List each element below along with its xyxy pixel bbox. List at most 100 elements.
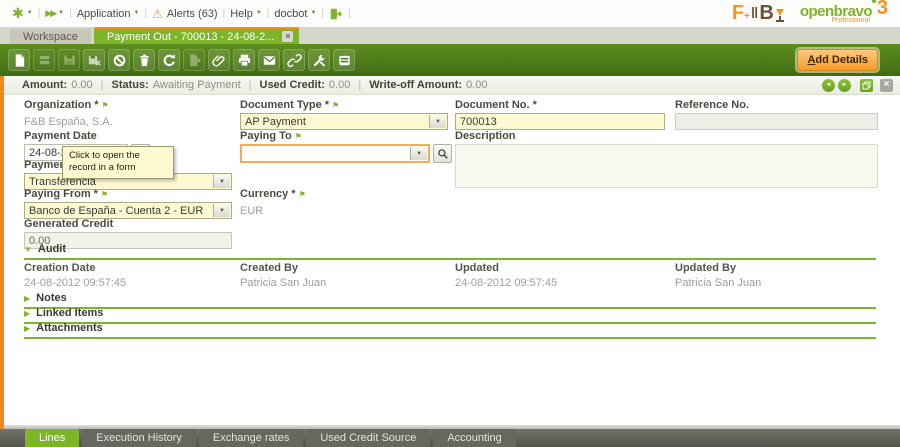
updated-value: 24-08-2012 09:57:45 bbox=[455, 277, 665, 289]
menu-user[interactable]: docbot bbox=[274, 8, 307, 20]
refresh-button[interactable] bbox=[158, 49, 180, 71]
chevron-collapsed-icon[interactable]: ▶ bbox=[24, 309, 30, 318]
item-link-icon[interactable]: ⚑ bbox=[295, 132, 302, 141]
status-status-value: Awaiting Payment bbox=[153, 79, 241, 91]
favorites-caret-icon[interactable]: ▼ bbox=[27, 10, 33, 16]
item-link-icon[interactable]: ⚑ bbox=[332, 101, 339, 110]
payment-date-label: Payment Date bbox=[24, 130, 97, 142]
next-record-button[interactable]: ► bbox=[838, 79, 851, 92]
paying-from-select[interactable]: Banco de España - Cuenta 2 - EUR ▼ bbox=[24, 202, 232, 219]
new-row-button bbox=[33, 49, 55, 71]
description-textarea[interactable] bbox=[455, 144, 878, 188]
user-caret-icon[interactable]: ▼ bbox=[310, 10, 316, 16]
delete-button[interactable] bbox=[133, 49, 155, 71]
separator: | bbox=[223, 8, 226, 19]
search-icon[interactable] bbox=[433, 144, 452, 163]
tab-lines[interactable]: Lines bbox=[25, 429, 79, 447]
item-link-icon[interactable]: ⚑ bbox=[101, 190, 108, 199]
maximize-button[interactable] bbox=[860, 79, 873, 92]
previous-record-button[interactable]: ◄ bbox=[822, 79, 835, 92]
record-status-bar: Amount: 0.00 | Status: Awaiting Payment … bbox=[0, 76, 900, 95]
tab-payment-out-label: Payment Out - 700013 - 24-08-2... bbox=[107, 31, 275, 43]
attachment-button[interactable] bbox=[208, 49, 230, 71]
status-writeoff-value: 0.00 bbox=[466, 79, 487, 91]
reference-no-label: Reference No. bbox=[675, 99, 749, 111]
updated-by-label: Updated By bbox=[675, 262, 736, 274]
tab-execution-history[interactable]: Execution History bbox=[82, 429, 196, 447]
tab-payment-out[interactable]: Payment Out - 700013 - 24-08-2... × bbox=[94, 27, 300, 44]
menu-help[interactable]: Help bbox=[230, 8, 253, 20]
field-document-type: Document Type*⚑ AP Payment ▼ bbox=[240, 99, 448, 130]
tab-workspace[interactable]: Workspace bbox=[10, 29, 91, 44]
new-document-button[interactable] bbox=[8, 49, 30, 71]
separator: | bbox=[267, 8, 270, 19]
menu-application[interactable]: Application bbox=[77, 8, 131, 20]
audit-updated-by: Updated By Patricia San Juan bbox=[675, 262, 878, 289]
required-mark: * bbox=[94, 99, 98, 111]
fb-logo-plus: + bbox=[744, 11, 750, 22]
form-grid-toggle-button[interactable] bbox=[333, 49, 355, 71]
updated-by-value: Patricia San Juan bbox=[675, 277, 878, 289]
item-link-icon[interactable]: ⚑ bbox=[102, 101, 109, 110]
tools-button[interactable] bbox=[308, 49, 330, 71]
paying-to-select[interactable]: ▼ bbox=[240, 144, 430, 163]
section-audit[interactable]: ▼ Audit bbox=[24, 243, 876, 260]
link-button[interactable] bbox=[283, 49, 305, 71]
tooltip: Click to open the record in a form bbox=[62, 146, 174, 179]
chevron-down-icon[interactable]: ▼ bbox=[429, 115, 446, 128]
tab-accounting[interactable]: Accounting bbox=[433, 429, 515, 447]
chevron-down-icon[interactable]: ▼ bbox=[410, 147, 427, 160]
add-details-button[interactable]: Add Details bbox=[797, 49, 878, 71]
add-details-label: dd Details bbox=[815, 54, 868, 66]
chevron-collapsed-icon[interactable]: ▶ bbox=[24, 324, 30, 333]
fb-logo-utensils-icon: ‖ bbox=[751, 5, 758, 22]
application-caret-icon[interactable]: ▼ bbox=[134, 10, 140, 16]
generated-credit-label: Generated Credit bbox=[24, 218, 113, 230]
section-notes-label: Notes bbox=[36, 292, 67, 304]
creation-date-label: Creation Date bbox=[24, 262, 96, 274]
openbravo-logo: openbravo 3 Professional bbox=[800, 3, 886, 24]
required-mark: * bbox=[533, 99, 537, 111]
chevron-expanded-icon[interactable]: ▼ bbox=[24, 245, 32, 254]
document-type-value: AP Payment bbox=[245, 116, 306, 128]
undo-button[interactable] bbox=[108, 49, 130, 71]
alerts-warning-icon[interactable]: ⚠ bbox=[152, 7, 163, 21]
separator: | bbox=[38, 8, 41, 19]
favorites-star-icon[interactable]: ✱ bbox=[12, 5, 24, 22]
record-nav-icons: ◄ ► × bbox=[822, 79, 900, 92]
document-no-input[interactable] bbox=[455, 113, 665, 130]
save-close-button[interactable] bbox=[83, 49, 105, 71]
menu-alerts[interactable]: Alerts (63) bbox=[167, 8, 218, 20]
chevron-collapsed-icon[interactable]: ▶ bbox=[24, 294, 30, 303]
section-audit-label: Audit bbox=[38, 243, 66, 255]
chevron-down-icon[interactable]: ▼ bbox=[213, 204, 230, 217]
tab-exchange-rates[interactable]: Exchange rates bbox=[199, 429, 303, 447]
separator: | bbox=[249, 79, 252, 91]
field-document-no: Document No.* bbox=[455, 99, 665, 130]
form-left-accent-stripe bbox=[0, 76, 4, 429]
export-button bbox=[183, 49, 205, 71]
item-link-icon[interactable]: ⚑ bbox=[299, 190, 306, 199]
field-paying-from: Paying From*⚑ Banco de España - Cuenta 2… bbox=[24, 188, 232, 219]
section-attachments[interactable]: ▶Attachments bbox=[24, 322, 876, 339]
audit-updated: Updated 24-08-2012 09:57:45 bbox=[455, 262, 665, 289]
currency-value: EUR bbox=[240, 205, 448, 217]
logout-icon[interactable] bbox=[329, 7, 343, 21]
help-caret-icon[interactable]: ▼ bbox=[256, 10, 262, 16]
document-type-select[interactable]: AP Payment ▼ bbox=[240, 113, 448, 130]
chevron-down-icon[interactable]: ▼ bbox=[213, 175, 230, 188]
payment-out-form: Organization*⚑ F&B España, S.A. Document… bbox=[0, 95, 900, 425]
recent-views-icon[interactable]: ▶▶ bbox=[45, 8, 55, 19]
email-button[interactable] bbox=[258, 49, 280, 71]
print-button[interactable] bbox=[233, 49, 255, 71]
tab-used-credit-source[interactable]: Used Credit Source bbox=[306, 429, 430, 447]
required-mark: * bbox=[94, 188, 98, 200]
reference-no-input[interactable] bbox=[675, 113, 878, 130]
add-details-accesskey: A bbox=[807, 54, 815, 66]
recent-views-caret-icon[interactable]: ▼ bbox=[58, 10, 64, 16]
close-record-button[interactable]: × bbox=[880, 79, 893, 92]
tab-close-icon[interactable]: × bbox=[282, 31, 293, 42]
description-label: Description bbox=[455, 130, 516, 142]
creation-date-value: 24-08-2012 09:57:45 bbox=[24, 277, 234, 289]
save-button bbox=[58, 49, 80, 71]
